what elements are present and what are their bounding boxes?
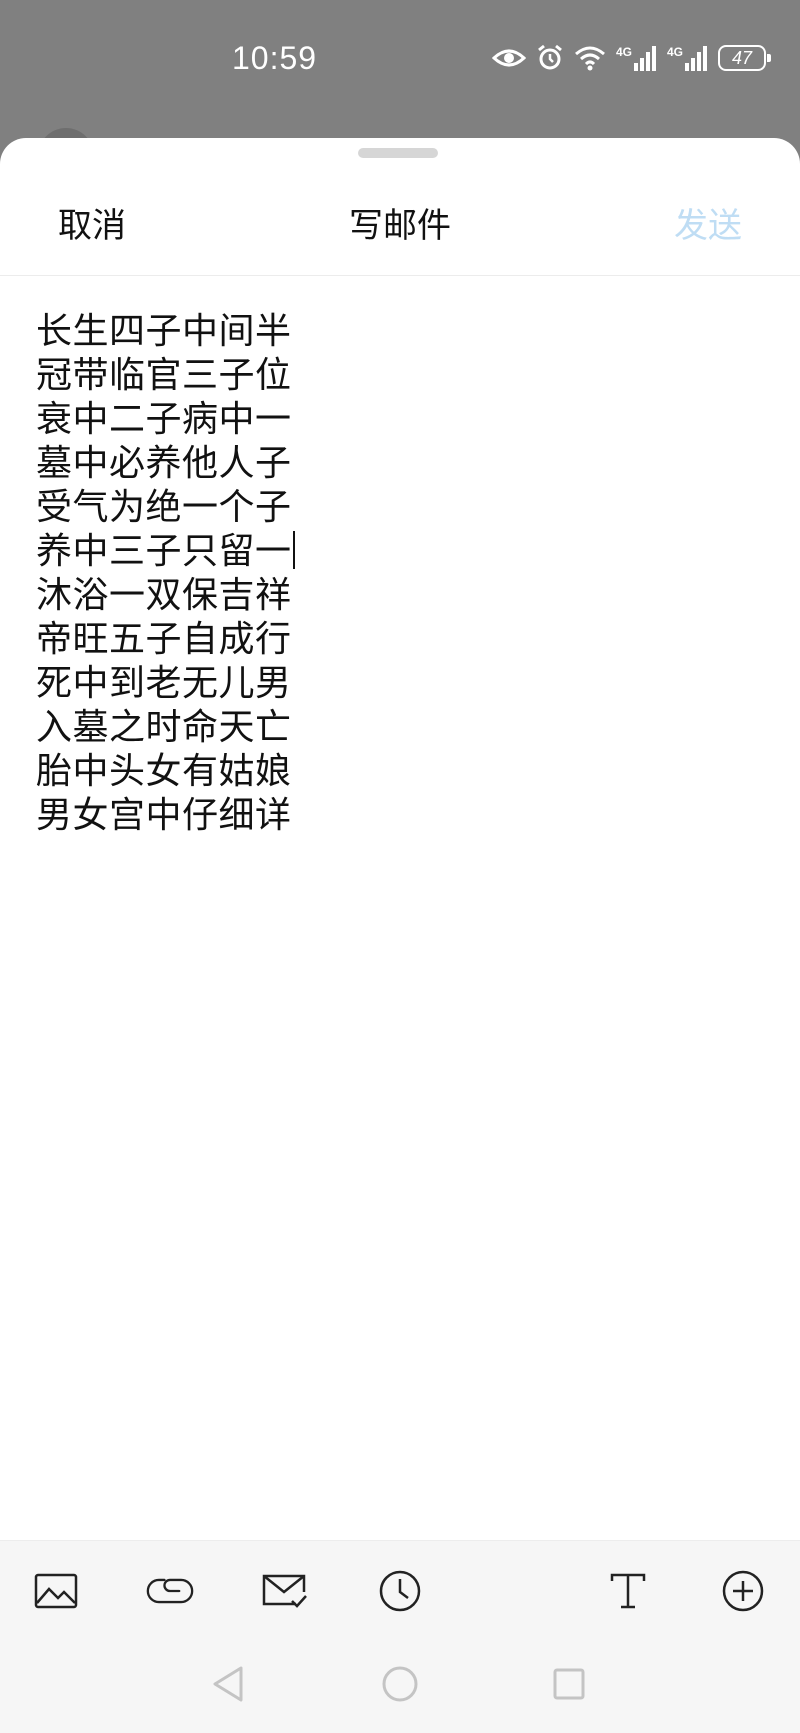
mail-check-icon[interactable] — [260, 1567, 308, 1615]
body-line-with-caret: 养中三子只留一 — [36, 530, 736, 574]
compose-toolbar — [0, 1540, 800, 1640]
compose-header: 写邮件 取消 发送 — [0, 178, 800, 276]
text-format-icon[interactable] — [604, 1567, 652, 1615]
body-line: 男女宫中仔细详 — [36, 795, 292, 836]
network-type-label: 4G — [666, 45, 683, 59]
body-line: 受气为绝一个子 — [36, 487, 292, 528]
send-button[interactable]: 发送 — [674, 198, 742, 247]
body-line: 胎中头女有姑娘 — [36, 751, 292, 792]
attachment-icon[interactable] — [146, 1567, 194, 1615]
body-line: 长生四子中间半 — [36, 311, 292, 352]
body-line: 入墓之时命天亡 — [36, 707, 292, 748]
cancel-button[interactable]: 取消 — [58, 198, 126, 247]
signal-icon-1: 4G — [616, 45, 657, 71]
body-line: 养中三子只留一 — [36, 531, 292, 572]
sheet-drag-handle[interactable] — [358, 148, 438, 158]
clock-time: 10:59 — [232, 40, 318, 76]
recents-square-icon[interactable] — [547, 1662, 591, 1706]
image-icon[interactable] — [32, 1567, 80, 1615]
back-triangle-icon[interactable] — [206, 1662, 250, 1706]
network-type-label: 4G — [615, 45, 632, 59]
body-line: 沐浴一双保吉祥 — [36, 575, 292, 616]
wifi-icon — [574, 45, 606, 71]
clock-icon[interactable] — [376, 1567, 424, 1615]
system-nav-bar — [0, 1640, 800, 1733]
add-circle-icon[interactable] — [719, 1567, 767, 1615]
body-line: 帝旺五子自成行 — [36, 619, 292, 660]
body-line: 冠带临官三子位 — [36, 355, 292, 396]
signal-icon-2: 4G — [667, 45, 708, 71]
home-circle-icon[interactable] — [378, 1662, 422, 1706]
eye-icon — [491, 46, 526, 70]
email-body-editor[interactable]: 长生四子中间半 冠带临官三子位 衰中二子病中一 墓中必养他人子 受气为绝一个子 … — [36, 310, 736, 838]
status-bar: 10:59 4G 4G 47 — [0, 0, 800, 120]
battery-icon: 47 — [718, 45, 771, 71]
body-line: 墓中必养他人子 — [36, 443, 292, 484]
status-icons: 4G 4G 47 — [482, 40, 772, 76]
body-line: 衰中二子病中一 — [36, 399, 292, 440]
text-caret — [292, 531, 295, 569]
body-line: 死中到老无儿男 — [36, 663, 292, 704]
alarm-icon — [536, 44, 564, 72]
compose-sheet: 写邮件 取消 发送 长生四子中间半 冠带临官三子位 衰中二子病中一 墓中必养他人… — [0, 138, 800, 1733]
